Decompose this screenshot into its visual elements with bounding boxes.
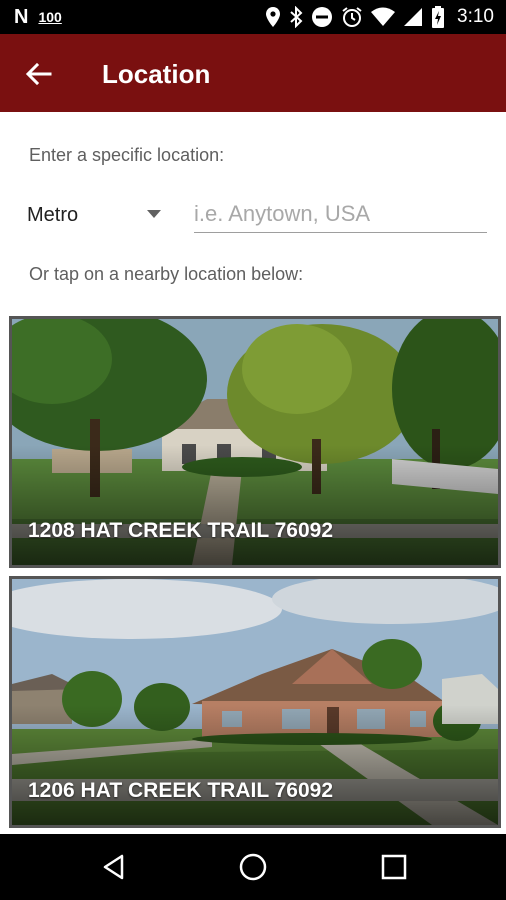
status-bar: N 100 3:10 — [0, 0, 506, 34]
status-time: 3:10 — [457, 6, 494, 27]
metro-dropdown[interactable]: Metro — [27, 198, 167, 232]
wifi-icon — [371, 7, 396, 26]
battery-icon — [432, 6, 445, 28]
arrow-back-icon — [25, 62, 52, 86]
location-input[interactable] — [194, 196, 487, 233]
navigation-bar — [0, 834, 506, 900]
cell-signal-icon — [404, 8, 423, 26]
alarm-icon — [342, 7, 362, 27]
dropdown-arrow-icon — [147, 210, 161, 218]
location-icon — [266, 7, 281, 27]
signal-label: 100 — [38, 9, 62, 25]
card-shade — [12, 705, 498, 825]
nav-home-icon — [239, 853, 267, 881]
page-title: Location — [102, 59, 211, 89]
app-bar: Location — [0, 34, 506, 112]
back-button[interactable] — [22, 57, 56, 91]
nav-back-icon — [103, 854, 124, 880]
carrier-mark: N — [14, 6, 29, 28]
nav-back-button[interactable] — [100, 851, 132, 883]
location-address: 1208 HAT CREEK TRAIL 76092 — [28, 519, 334, 542]
nearby-location-card[interactable]: 1206 HAT CREEK TRAIL 76092 — [9, 576, 501, 828]
nav-recents-button[interactable] — [378, 851, 410, 883]
metro-selected-value: Metro — [27, 204, 79, 226]
nearby-prompt: Or tap on a nearby location below: — [29, 264, 304, 284]
nav-home-button[interactable] — [237, 851, 269, 883]
bluetooth-icon — [290, 6, 303, 28]
do-not-disturb-icon — [312, 7, 333, 27]
location-prompt: Enter a specific location: — [29, 145, 225, 165]
nearby-location-card[interactable]: 1208 HAT CREEK TRAIL 76092 — [9, 316, 501, 568]
card-shade — [12, 445, 498, 565]
location-address: 1206 HAT CREEK TRAIL 76092 — [28, 779, 334, 802]
nav-recents-icon — [381, 854, 407, 880]
